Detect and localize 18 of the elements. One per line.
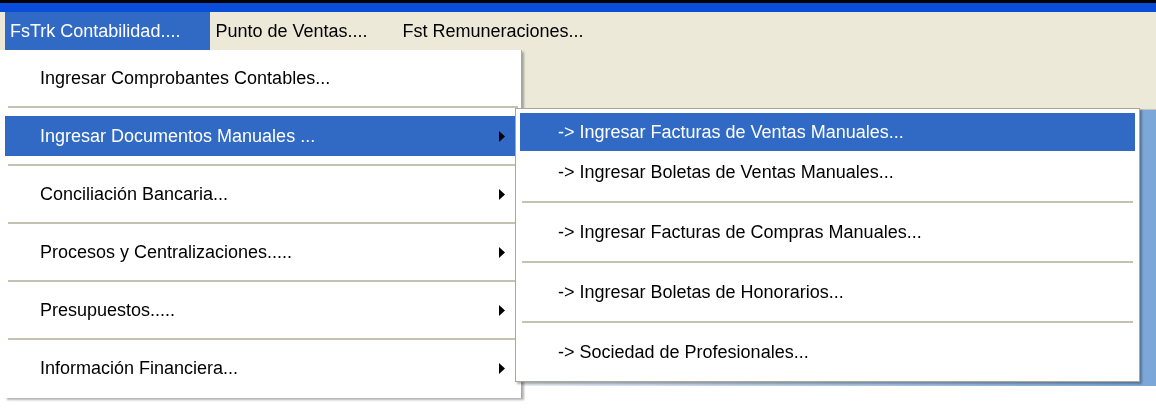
menu-bar-item[interactable]: FsTrk Contabilidad.... bbox=[5, 12, 211, 50]
menu-item[interactable]: Procesos y Centralizaciones..... bbox=[5, 232, 521, 272]
submenu-arrow-icon bbox=[499, 188, 505, 200]
menu-item[interactable]: Ingresar Comprobantes Contables... bbox=[5, 58, 521, 98]
menu-bar-item[interactable]: Fst Remuneraciones... bbox=[397, 12, 614, 50]
menu-bar-item[interactable]: Punto de Ventas.... bbox=[210, 12, 398, 50]
menu-item[interactable]: Conciliación Bancaria... bbox=[5, 174, 521, 214]
menu-item[interactable]: Presupuestos..... bbox=[5, 290, 521, 330]
menu-item[interactable]: Información Financiera... bbox=[5, 348, 521, 388]
submenu-arrow-icon bbox=[499, 304, 505, 316]
submenu-item[interactable]: -> Sociedad de Profesionales... bbox=[520, 333, 1135, 371]
submenu-arrow-icon bbox=[499, 362, 505, 374]
submenu-arrow-icon bbox=[499, 130, 505, 142]
submenu-arrow-icon bbox=[499, 246, 505, 258]
submenu-item[interactable]: -> Ingresar Facturas de Compras Manuales... bbox=[520, 213, 1135, 251]
submenu-item[interactable]: -> Ingresar Facturas de Ventas Manuales... bbox=[520, 113, 1135, 151]
submenu-item[interactable]: -> Ingresar Boletas de Honorarios... bbox=[520, 273, 1135, 311]
submenu-item[interactable]: -> Ingresar Boletas de Ventas Manuales... bbox=[520, 153, 1135, 191]
